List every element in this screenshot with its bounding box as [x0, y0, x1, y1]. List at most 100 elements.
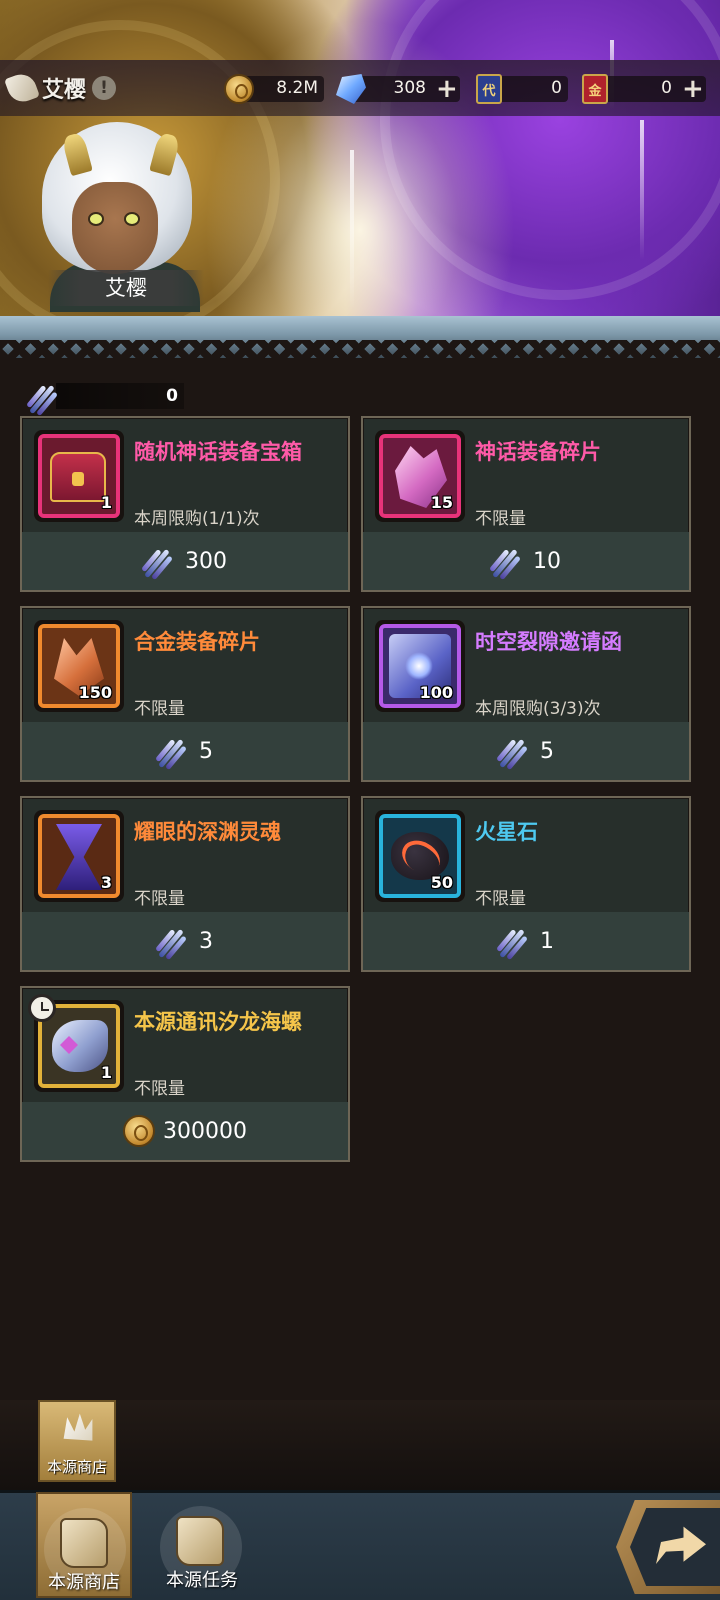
portrait-face	[72, 182, 158, 274]
item-quantity: 50	[430, 873, 453, 892]
buy-button[interactable]: 3	[22, 912, 348, 970]
item-quantity: 1	[100, 493, 112, 512]
item-art	[56, 824, 102, 890]
item-icon-frame: 100	[375, 620, 465, 712]
nav-tab-label: 本源任务	[166, 1570, 238, 1591]
item-icon-frame: 50	[375, 810, 465, 902]
portrait-name-label: 艾樱	[48, 270, 204, 306]
gold-coin-icon	[123, 1115, 155, 1147]
currency-crystal-value: 308	[393, 78, 426, 98]
add-crystal-button[interactable]: +	[436, 76, 458, 102]
arrow-fragment-icon	[496, 734, 532, 771]
buy-button[interactable]: 5	[22, 722, 348, 780]
item-icon: 3	[38, 814, 120, 898]
info-icon[interactable]: !	[92, 76, 117, 100]
item-icon-frame: 1	[28, 994, 124, 1092]
item-title: 随机神话装备宝箱	[134, 440, 302, 464]
portrait-eye-right	[124, 212, 140, 226]
arrow-fragment-icon	[489, 544, 525, 581]
buy-button[interactable]: 5	[363, 722, 689, 780]
currency-dai-card: 代 0	[476, 74, 568, 104]
item-quantity: 100	[419, 683, 453, 702]
item-price: 5	[540, 738, 554, 764]
item-title: 耀眼的深渊灵魂	[134, 820, 281, 844]
sub-tab-origin-shop[interactable]: 本源商店	[38, 1400, 116, 1482]
arrow-fragment-icon	[496, 924, 532, 961]
item-quantity: 150	[78, 683, 112, 702]
item-limit: 不限量	[134, 889, 185, 909]
item-title: 火星石	[475, 820, 538, 844]
buy-button[interactable]: 300000	[22, 1102, 348, 1160]
nav-tab-origin-shop[interactable]: 本源商店	[36, 1492, 132, 1598]
item-price: 300000	[163, 1118, 247, 1144]
nav-tab-origin-tasks[interactable]: 本源任务	[154, 1492, 250, 1598]
arrow-fragment-icon	[141, 544, 177, 581]
item-price: 1	[540, 928, 554, 954]
currency-gold-value: 8.2M	[276, 78, 318, 98]
item-icon: 50	[379, 814, 461, 898]
item-alloy-fragment[interactable]: 150 合金装备碎片不限量 5	[20, 606, 350, 782]
arrow-fragment-icon	[155, 924, 191, 961]
currency-jin-card: 金 0 +	[582, 74, 706, 104]
player-name: 艾樱	[42, 78, 87, 103]
portrait-eye-left	[88, 212, 104, 226]
item-icon-frame: 1	[34, 430, 124, 522]
item-art	[50, 452, 106, 502]
item-title: 本源通讯汐龙海螺	[134, 1010, 302, 1034]
scroll-icon	[176, 1516, 224, 1566]
item-title: 神话装备碎片	[475, 440, 601, 464]
item-price: 300	[185, 548, 227, 574]
character-portrait[interactable]: 艾樱	[30, 112, 220, 312]
nav-tab-label: 本源商店	[48, 1572, 120, 1593]
item-mythic-fragment[interactable]: 15 神话装备碎片不限量 10	[361, 416, 691, 592]
banner-divider	[0, 316, 720, 358]
item-abyss-soul[interactable]: 3 耀眼的深渊灵魂不限量 3	[20, 796, 350, 972]
item-dragon-conch[interactable]: 1 本源通讯汐龙海螺不限量 300000	[20, 986, 350, 1162]
shop-icon	[63, 1413, 93, 1441]
item-art	[52, 1020, 108, 1072]
item-limit: 不限量	[134, 699, 185, 719]
item-limit: 不限量	[475, 509, 526, 529]
buy-button[interactable]: 1	[363, 912, 689, 970]
divider-teeth	[0, 340, 720, 358]
item-mars-stone[interactable]: 50 火星石不限量 1	[361, 796, 691, 972]
item-icon-frame: 150	[34, 620, 124, 712]
clock-icon	[28, 994, 56, 1022]
item-icon: 100	[379, 624, 461, 708]
item-title: 时空裂隙邀请函	[475, 630, 622, 654]
feather-icon	[4, 70, 40, 106]
item-icon: 1	[38, 434, 120, 518]
add-jin-button[interactable]: +	[682, 76, 704, 102]
item-limit: 不限量	[134, 1079, 185, 1099]
card-dai-icon: 代	[476, 74, 502, 104]
item-price: 3	[199, 928, 213, 954]
buy-button[interactable]: 300	[22, 532, 348, 590]
arrow-fragment-balance: 0	[26, 380, 184, 417]
item-icon-frame: 3	[34, 810, 124, 902]
item-limit: 本周限购(1/1)次	[134, 509, 260, 529]
item-quantity: 15	[430, 493, 453, 512]
share-button[interactable]	[616, 1500, 720, 1594]
currency-crystal: 308 +	[336, 74, 460, 104]
item-title: 合金装备碎片	[134, 630, 260, 654]
buy-button[interactable]: 10	[363, 532, 689, 590]
item-limit: 本周限购(3/3)次	[475, 699, 601, 719]
item-quantity: 3	[100, 873, 112, 892]
balance-value: 0	[166, 386, 178, 406]
item-price: 5	[199, 738, 213, 764]
item-icon-frame: 15	[375, 430, 465, 522]
currency-dai-value: 0	[551, 78, 562, 98]
scroll-icon	[60, 1518, 108, 1568]
item-limit: 不限量	[475, 889, 526, 909]
currency-gold: 8.2M	[224, 74, 324, 104]
item-icon: 15	[379, 434, 461, 518]
currency-jin-value: 0	[661, 78, 672, 98]
arrow-fragment-icon	[155, 734, 191, 771]
player-name-group[interactable]: 艾樱 !	[4, 70, 117, 106]
gold-coin-icon	[224, 74, 254, 104]
item-quantity: 1	[100, 1063, 112, 1082]
item-rift-invitation[interactable]: 100 时空裂隙邀请函本周限购(3/3)次 5	[361, 606, 691, 782]
card-jin-icon: 金	[582, 74, 608, 104]
item-mythic-chest[interactable]: 1 随机神话装备宝箱本周限购(1/1)次 300	[20, 416, 350, 592]
item-price: 10	[533, 548, 561, 574]
